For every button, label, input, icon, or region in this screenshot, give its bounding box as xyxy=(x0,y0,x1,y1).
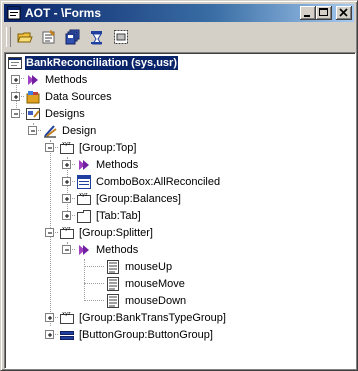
designs-icon xyxy=(25,106,41,122)
toolbar xyxy=(4,24,354,50)
tree-label-combobox: ComboBox:AllReconciled xyxy=(96,176,221,188)
compile-button[interactable] xyxy=(86,27,108,47)
collapse-icon[interactable] xyxy=(28,126,37,135)
compile-icon xyxy=(91,31,102,45)
layout-button[interactable] xyxy=(110,27,132,47)
expand-icon[interactable] xyxy=(62,160,71,169)
methods-icon xyxy=(76,242,92,258)
tree-label-data-sources: Data Sources xyxy=(45,91,112,103)
expand-icon[interactable] xyxy=(62,211,71,220)
combobox-icon xyxy=(76,174,92,190)
group-icon: xyz xyxy=(59,225,75,241)
expand-icon[interactable] xyxy=(62,177,71,186)
tree-label-designs: Designs xyxy=(45,108,85,120)
collapse-icon[interactable] xyxy=(45,143,54,152)
expand-icon[interactable] xyxy=(11,75,20,84)
tree-label-mouse-move: mouseMove xyxy=(125,278,185,290)
svg-text:xyz: xyz xyxy=(79,192,88,198)
tree-label-group-balances: [Group:Balances] xyxy=(96,193,181,205)
tree-label-methods: Methods xyxy=(45,74,88,86)
tree-label-group-bank-trans: [Group:BankTransTypeGroup] xyxy=(79,312,226,324)
form-icon xyxy=(7,55,23,71)
open-button[interactable] xyxy=(14,27,36,47)
properties-icon xyxy=(42,30,55,44)
svg-text:xyz: xyz xyxy=(62,226,71,232)
collapse-icon[interactable] xyxy=(45,228,54,237)
expand-icon[interactable] xyxy=(45,330,54,339)
collapse-icon[interactable] xyxy=(11,109,20,118)
aot-window: AOT - \Forms BankReconciliation (sys,usr… xyxy=(0,0,358,371)
minimize-icon xyxy=(304,15,310,17)
close-icon xyxy=(339,8,348,17)
tree-label-tab: [Tab:Tab] xyxy=(96,210,141,222)
minimize-button[interactable] xyxy=(300,6,316,20)
aot-window-icon xyxy=(7,6,21,20)
save-all-button[interactable] xyxy=(62,27,84,47)
methods-icon xyxy=(25,72,41,88)
window-title: AOT - \Forms xyxy=(25,6,102,20)
title-bar[interactable]: AOT - \Forms xyxy=(4,4,354,22)
group-icon: xyz xyxy=(59,140,75,156)
maximize-button[interactable] xyxy=(316,6,332,20)
properties-button[interactable] xyxy=(38,27,60,47)
expand-icon[interactable] xyxy=(62,194,71,203)
tree-label-group-splitter: [Group:Splitter] xyxy=(79,227,153,239)
toolbar-grip[interactable] xyxy=(6,27,11,47)
expand-icon[interactable] xyxy=(45,313,54,322)
collapse-icon[interactable] xyxy=(62,245,71,254)
tree-label-group-top-methods: Methods xyxy=(96,159,139,171)
tree-label-splitter-methods: Methods xyxy=(96,244,139,256)
design-icon xyxy=(42,123,58,139)
tree-label-mouse-up: mouseUp xyxy=(125,261,173,273)
tree-label-root: BankReconciliation (sys,usr) xyxy=(24,55,179,71)
tree-label-button-group: [ButtonGroup:ButtonGroup] xyxy=(79,329,213,341)
group-icon: xyz xyxy=(76,191,92,207)
method-code-icon xyxy=(105,276,121,292)
layout-icon xyxy=(114,30,128,44)
data-sources-icon xyxy=(25,89,41,105)
expand-icon[interactable] xyxy=(11,92,20,101)
button-group-icon xyxy=(59,327,75,343)
tab-icon xyxy=(76,208,92,224)
tree-label-group-top: [Group:Top] xyxy=(79,142,137,154)
aot-tree[interactable]: BankReconciliation (sys,usr) Methods Dat… xyxy=(4,52,356,369)
save-all-icon xyxy=(65,29,80,45)
methods-icon xyxy=(76,157,92,173)
close-button[interactable] xyxy=(336,6,352,20)
method-code-icon xyxy=(105,259,121,275)
open-icon xyxy=(17,32,33,43)
tree-label-design: Design xyxy=(62,125,97,137)
tree-label-mouse-down: mouseDown xyxy=(125,295,187,307)
svg-text:xyz: xyz xyxy=(62,141,71,147)
svg-text:xyz: xyz xyxy=(62,311,71,317)
maximize-icon xyxy=(319,8,328,16)
method-code-icon xyxy=(105,293,121,309)
group-icon: xyz xyxy=(59,310,75,326)
